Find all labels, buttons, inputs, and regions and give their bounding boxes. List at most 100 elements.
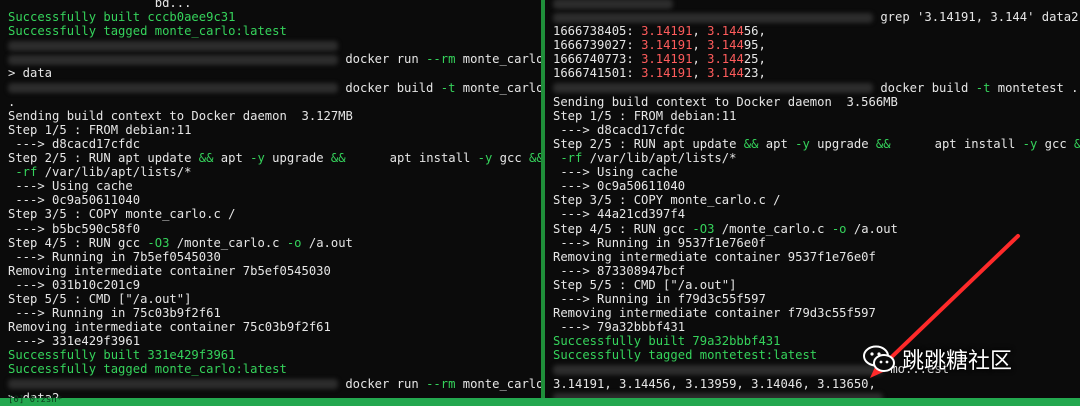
terminal-text: /a.out: [301, 235, 353, 250]
terminal-text: /var/lib/apt/lists/*: [582, 151, 737, 166]
terminal-line: Removing intermediate container 9537f1e7…: [553, 250, 1080, 264]
terminal-text: -y: [795, 136, 810, 151]
left-terminal-output: bd... Successfully built cccb0aee9c31 Succ…: [8, 0, 541, 398]
terminal-text: Step 2/5 : RUN apt update: [553, 136, 744, 151]
terminal-text: apt: [758, 136, 796, 151]
terminal-text: -t: [975, 80, 991, 95]
terminal-text: -o: [286, 235, 302, 250]
terminal-line: Successfully tagged monte_carlo:latest: [8, 362, 541, 376]
terminal-line: 1666739027: 3.14191, 3.14495,: [553, 38, 1080, 52]
redacted-region: [8, 83, 338, 94]
terminal-line: docker run --rm monte_carlo: [8, 377, 541, 391]
right-terminal-pane[interactable]: grep '3.14191, 3.144' data2 1666738405: 3…: [545, 0, 1080, 398]
terminal-line: ---> 44a21cd397f4: [553, 207, 1080, 221]
terminal-text: Step 1/5 : FROM debian:11: [8, 122, 192, 137]
terminal-text: -y: [1022, 136, 1038, 151]
terminal-text: Step 4/5 : RUN gcc: [8, 235, 148, 250]
terminal-text: &&: [330, 151, 346, 166]
terminal-line: Sending build context to Docker daemon 3…: [553, 95, 1080, 109]
terminal-text: &&: [875, 136, 891, 151]
terminal-text: Step 1/5 : FROM debian:11: [553, 108, 737, 123]
terminal-line: 1666738405: 3.14191, 3.14456,: [553, 24, 1080, 38]
terminal-line: Step 1/5 : FROM debian:11: [8, 123, 541, 137]
terminal-line: -rf /var/lib/apt/lists/*: [553, 151, 1080, 165]
terminal-line: docker run --rm monte_carlo: [8, 52, 541, 66]
terminal-text: ,: [692, 66, 708, 81]
terminal-line: ---> b5bc590c58f0: [8, 222, 541, 236]
terminal-text: -rf: [15, 165, 38, 180]
terminal-line: 3.14191, 3.14456, 3.13959, 3.14046, 3.13…: [553, 377, 1080, 391]
terminal-text: Sending build context to Docker daemon 3…: [553, 94, 898, 109]
terminal-line: Successfully built cccb0aee9c31: [8, 10, 541, 24]
terminal-text: Removing intermediate container 7b5ef054…: [8, 263, 331, 278]
terminal-text: 3.144: [707, 52, 744, 67]
right-terminal-output: grep '3.14191, 3.144' data2 1666738405: 3…: [553, 0, 1080, 398]
terminal-text: docker build: [873, 80, 976, 95]
terminal-text: upgrade: [809, 136, 876, 151]
terminal-text: --rm: [426, 52, 456, 67]
terminal-text: Successfully built cccb0aee9c31: [8, 10, 236, 25]
terminal-line: .: [8, 95, 541, 109]
terminal-text: Step 3/5 : COPY monte_carlo.c /: [553, 193, 781, 208]
terminal-text: -O3: [692, 221, 715, 236]
terminal-text: > data: [8, 66, 53, 81]
terminal-line: -rf /var/lib/apt/lists/*: [8, 165, 541, 179]
terminal-text: &&: [529, 151, 541, 166]
terminal-line: ---> 031b10c201c9: [8, 278, 541, 292]
terminal-line: ---> 0c9a50611040: [8, 193, 541, 207]
terminal-text: ---> 0c9a50611040: [553, 179, 686, 194]
terminal-text: Successfully tagged monte_carlo:latest: [8, 24, 287, 39]
terminal-text: Removing intermediate container 9537f1e7…: [553, 249, 876, 264]
terminal-text: ---> Using cache: [553, 165, 678, 180]
terminal-line: ---> Using cache: [8, 179, 541, 193]
terminal-text: docker run: [338, 52, 427, 67]
terminal-text: bd...: [8, 0, 192, 10]
terminal-line: Successfully tagged monte_carlo:latest: [8, 24, 541, 38]
terminal-text: Successfully tagged montetest:latest: [553, 348, 818, 363]
terminal-text: -y: [250, 151, 265, 166]
terminal-line: [8, 38, 541, 52]
terminal-text: ---> Running in 9537f1e76e0f: [553, 235, 766, 250]
terminal-text: monte_carlo: [455, 376, 541, 391]
terminal-text: 1666738405:: [553, 24, 642, 39]
terminal-text: ---> Using cache: [8, 179, 133, 194]
terminal-line: ---> 79a32bbbf431: [553, 320, 1080, 334]
terminal-text: 56,: [743, 24, 766, 39]
terminal-line: ---> Running in 9537f1e76e0f: [553, 236, 1080, 250]
terminal-text: -O3: [147, 235, 170, 250]
terminal-text: Successfully built 331e429f3961: [8, 348, 236, 363]
terminal-line: docker build -t montetest .: [553, 81, 1080, 95]
terminal-text: 95,: [743, 38, 766, 53]
tmux-status-bar: [0] 0:zsh*: [0, 395, 1080, 406]
terminal-line: ---> 873308947bcf: [553, 264, 1080, 278]
terminal-text: ---> 44a21cd397f4: [553, 207, 686, 222]
terminal-line: Removing intermediate container 7b5ef054…: [8, 264, 541, 278]
terminal-line: > data2: [8, 391, 541, 398]
terminal-text: ---> b5bc590c58f0: [8, 221, 141, 236]
terminal-text: ---> 0c9a50611040: [8, 193, 141, 208]
terminal-text: upgrade: [264, 151, 331, 166]
terminal-text: Removing intermediate container 75c03b9f…: [8, 320, 331, 335]
watermark-text: 跳跳糖社区: [902, 349, 1013, 374]
terminal-text: ,: [692, 38, 708, 53]
terminal-line: 1666741501: 3.14191, 3.14423,: [553, 66, 1080, 80]
terminal-line: Removing intermediate container f79d3c55…: [553, 306, 1080, 320]
terminal-text: 25,: [743, 52, 766, 67]
redacted-region: [553, 12, 873, 23]
terminal-text: &&: [198, 151, 214, 166]
terminal-line: 1666740773: 3.14191, 3.14425,: [553, 52, 1080, 66]
terminal-text: Step 5/5 : CMD ["/a.out"]: [553, 277, 737, 292]
terminal-line: Step 5/5 : CMD ["/a.out"]: [553, 278, 1080, 292]
terminal-text: 3.144: [707, 38, 744, 53]
terminal-text: ,: [692, 24, 708, 39]
terminal-line: ---> Using cache: [553, 165, 1080, 179]
terminal-text: ---> 331e429f3961: [8, 334, 141, 349]
terminal-line: Step 1/5 : FROM debian:11: [553, 109, 1080, 123]
left-terminal-pane[interactable]: bd... Successfully built cccb0aee9c31 Succ…: [0, 0, 541, 398]
terminal-line: Step 4/5 : RUN gcc -O3 /monte_carlo.c -o…: [553, 222, 1080, 236]
redacted-region: [553, 0, 673, 9]
redacted-region: [8, 54, 338, 65]
terminal-line: Successfully built 331e429f3961: [8, 348, 541, 362]
terminal-text: 3.14191: [641, 24, 693, 39]
redacted-region: [8, 40, 338, 51]
